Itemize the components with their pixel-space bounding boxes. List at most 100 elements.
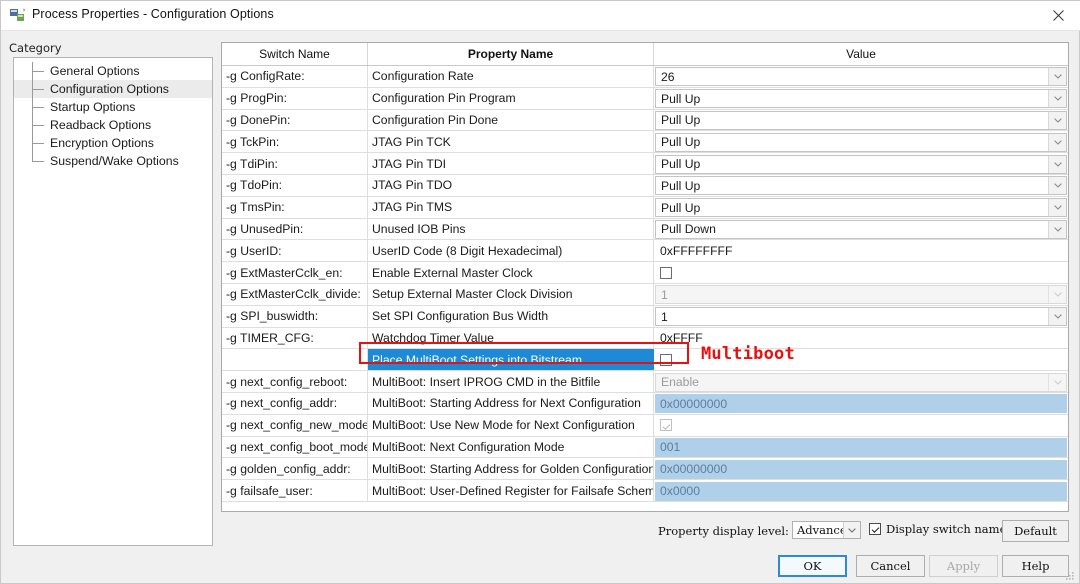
cell-property-name: Setup External Master Clock Division [368,283,654,305]
sidebar-item-readback-options[interactable]: Readback Options [14,116,212,134]
value-combobox[interactable]: Pull Down [655,219,1067,239]
property-display-level-select[interactable]: Advanced [792,521,861,539]
table-row[interactable]: -g ProgPin: Configuration Pin Program Pull… [222,87,1068,110]
cell-property-name: Configuration Rate [368,66,654,87]
cell-value[interactable]: Pull Up [654,110,1068,131]
cell-switch-name: -g TdiPin: [222,153,368,174]
properties-grid: Switch Name Property Name Value -g Confi… [221,42,1069,512]
chevron-down-icon[interactable] [843,522,860,538]
value-checkbox[interactable] [654,262,672,283]
sidebar-item-general-options[interactable]: General Options [14,62,212,80]
cell-switch-name: -g TIMER_CFG: [222,327,368,349]
table-row[interactable]: -g UnusedPin: Unused IOB Pins Pull Down [222,218,1068,241]
chevron-down-icon[interactable] [1048,133,1066,151]
table-row[interactable]: -g next_config_reboot: MultiBoot: Insert … [222,371,1068,393]
sidebar-item-startup-options[interactable]: Startup Options [14,98,212,116]
table-row[interactable]: Place MultiBoot Settings into Bitstream [222,349,1068,372]
value-checkbox[interactable] [654,349,672,370]
cell-switch-name: -g next_config_boot_mode: [222,436,368,458]
close-icon[interactable] [1036,1,1080,30]
cell-value[interactable]: Enable [654,371,1068,392]
sidebar-item-label: Configuration Options [50,82,169,96]
chevron-down-icon[interactable] [1048,177,1066,195]
chevron-down-icon [1048,286,1066,304]
chevron-down-icon[interactable] [1048,155,1066,173]
cancel-button[interactable]: Cancel [856,555,925,577]
checkbox-box [660,353,672,366]
table-row[interactable]: -g UserID: UserID Code (8 Digit Hexadecim… [222,240,1068,263]
value-text: Pull Up [661,157,701,172]
table-row[interactable]: -g TmsPin: JTAG Pin TMS Pull Up [222,196,1068,219]
table-row[interactable]: -g ExtMasterCclk_en: Enable External Mast… [222,262,1068,284]
property-display-level-label: Property display level: [658,524,789,538]
cell-value[interactable]: Pull Up [654,131,1068,152]
cell-value[interactable]: Pull Down [654,219,1068,240]
table-row[interactable]: -g DonePin: Configuration Pin Done Pull Up [222,109,1068,132]
table-row[interactable]: -g golden_config_addr: MultiBoot: Startin… [222,458,1068,481]
sidebar-item-encryption-options[interactable]: Encryption Options [14,134,212,152]
cell-value[interactable]: Pull Up [654,197,1068,218]
cell-value[interactable]: Pull Up [654,175,1068,196]
value-text: 0xFFFF [660,331,703,346]
tree-branch [32,107,44,108]
cell-value[interactable] [654,415,1068,436]
value-combobox[interactable]: Pull Up [655,198,1067,218]
table-row[interactable]: -g next_config_new_mode: MultiBoot: Use N… [222,414,1068,437]
value-combobox[interactable]: Pull Up [655,89,1067,109]
table-row[interactable]: -g ConfigRate: Configuration Rate 26 [222,66,1068,88]
checkbox-box [869,523,881,535]
chevron-down-icon[interactable] [1048,68,1066,86]
table-row[interactable]: -g TdiPin: JTAG Pin TDI Pull Up [222,153,1068,175]
cell-value[interactable]: 1 [654,306,1068,327]
value-combobox[interactable]: Pull Up [655,176,1067,196]
table-row[interactable]: -g next_config_boot_mode: MultiBoot: Next… [222,436,1068,459]
chevron-down-icon[interactable] [1048,90,1066,108]
help-button[interactable]: Help [1002,555,1069,577]
chevron-down-icon[interactable] [1048,199,1066,217]
ok-button[interactable]: OK [778,555,847,577]
resize-grip[interactable] [1065,570,1075,580]
table-row[interactable]: -g next_config_addr: MultiBoot: Starting … [222,392,1068,415]
default-button[interactable]: Default [1002,520,1069,542]
display-switch-names-checkbox[interactable]: Display switch names [869,522,1012,536]
table-row[interactable]: -g TckPin: JTAG Pin TCK Pull Up [222,131,1068,154]
cell-value[interactable]: 001 [654,437,1068,458]
cell-property-name: Configuration Pin Program [368,87,654,109]
table-row[interactable]: -g TdoPin: JTAG Pin TDO Pull Up [222,174,1068,197]
table-row[interactable]: -g SPI_buswidth: Set SPI Configuration Bu… [222,305,1068,328]
sidebar-item-configuration-options[interactable]: Configuration Options [14,80,212,98]
cell-value[interactable]: 1 [654,284,1068,305]
table-row[interactable]: -g TIMER_CFG: Watchdog Timer Value 0xFFFF [222,327,1068,350]
sidebar-item-suspend-wake-options[interactable]: Suspend/Wake Options [14,152,212,170]
value-text: Pull Up [661,178,701,193]
process-properties-dialog: Process Properties - Configuration Optio… [0,0,1080,584]
table-row[interactable]: -g ExtMasterCclk_divide: Setup External M… [222,283,1068,306]
multiboot-annotation-label: Multiboot [701,344,795,364]
chevron-down-icon[interactable] [1048,111,1066,129]
cell-switch-name: -g failsafe_user: [222,480,368,501]
cell-value[interactable]: 0xFFFFFFFF [654,240,1068,261]
cell-value[interactable]: 0x0000 [654,480,1068,501]
value-combobox[interactable]: Pull Up [655,132,1067,152]
cell-value[interactable]: 0x00000000 [654,458,1068,479]
value-textfield[interactable]: 0xFFFFFFFF [655,241,1067,261]
cell-property-name: Configuration Pin Done [368,109,654,131]
chevron-down-icon[interactable] [1048,308,1066,326]
sidebar-item-label: Readback Options [50,118,152,132]
cell-value[interactable]: 0x00000000 [654,393,1068,414]
cell-value[interactable]: 26 [654,66,1068,87]
value-combobox[interactable]: Pull Up [655,110,1067,130]
value-textfield-disabled: 0x00000000 [655,459,1067,479]
value-checkbox-disabled [654,415,672,436]
cell-value[interactable]: Pull Up [654,153,1068,174]
value-combobox[interactable]: Pull Up [655,154,1067,174]
cell-value[interactable] [654,262,1068,283]
table-row[interactable]: -g failsafe_user: MultiBoot: User-Defined… [222,480,1068,502]
cell-switch-name: -g next_config_reboot: [222,371,368,392]
value-combobox[interactable]: 1 [655,307,1067,327]
cell-value[interactable]: Pull Up [654,88,1068,109]
value-combobox[interactable]: 26 [655,67,1067,87]
tree-branch [32,143,44,144]
chevron-down-icon[interactable] [1048,220,1066,238]
tree-branch [32,161,44,162]
